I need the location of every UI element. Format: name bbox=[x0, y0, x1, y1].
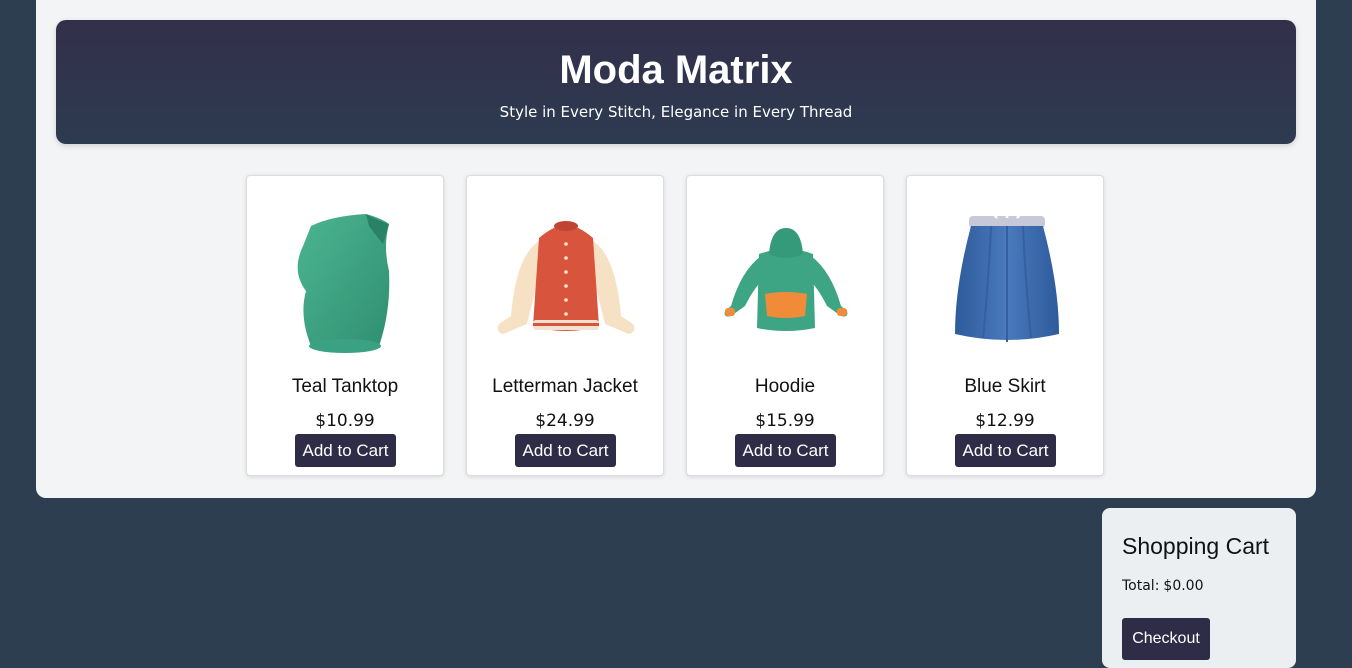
cart-total-label: Total: bbox=[1122, 578, 1160, 594]
hoodie-image bbox=[724, 228, 848, 331]
product-name: Hoodie bbox=[754, 376, 816, 397]
add-to-cart-button[interactable]: Add to Cart bbox=[735, 434, 836, 467]
product-price: $15.99 bbox=[755, 411, 815, 431]
skirt-image bbox=[955, 206, 1059, 342]
checkout-button[interactable]: Checkout bbox=[1122, 618, 1210, 660]
cart-title: Shopping Cart bbox=[1122, 533, 1270, 559]
cart-total-value: $0.00 bbox=[1163, 578, 1204, 594]
product-name: Teal Tanktop bbox=[291, 376, 399, 397]
tanktop-image bbox=[297, 214, 390, 353]
site-title: Moda Matrix bbox=[559, 48, 793, 92]
product-card: Hoodie $15.99 Add to Cart bbox=[686, 175, 884, 476]
product-name: Blue Skirt bbox=[964, 376, 1046, 397]
product-card: Teal Tanktop $10.99 Add to Cart bbox=[246, 175, 444, 476]
add-to-cart-button[interactable]: Add to Cart bbox=[955, 434, 1056, 467]
main-panel: Moda Matrix Style in Every Stitch, Elega… bbox=[36, 0, 1316, 498]
site-header: Moda Matrix Style in Every Stitch, Elega… bbox=[56, 20, 1296, 144]
product-name: Letterman Jacket bbox=[492, 376, 638, 397]
shopping-cart: Shopping Cart Total: $0.00 Checkout bbox=[1102, 508, 1296, 668]
product-price: $12.99 bbox=[975, 411, 1035, 431]
add-to-cart-button[interactable]: Add to Cart bbox=[515, 434, 616, 467]
add-to-cart-button[interactable]: Add to Cart bbox=[295, 434, 396, 467]
site-tagline: Style in Every Stitch, Elegance in Every… bbox=[499, 103, 853, 121]
product-card: Letterman Jacket $24.99 Add to Cart bbox=[466, 175, 664, 476]
jacket-image bbox=[497, 221, 635, 334]
product-card: Blue Skirt $12.99 Add to Cart bbox=[906, 175, 1104, 476]
product-grid: Teal Tanktop $10.99 Add to Cart Letterma… bbox=[246, 175, 1106, 478]
product-price: $10.99 bbox=[315, 411, 375, 431]
cart-total: Total: $0.00 bbox=[1122, 577, 1204, 595]
product-price: $24.99 bbox=[535, 411, 595, 431]
